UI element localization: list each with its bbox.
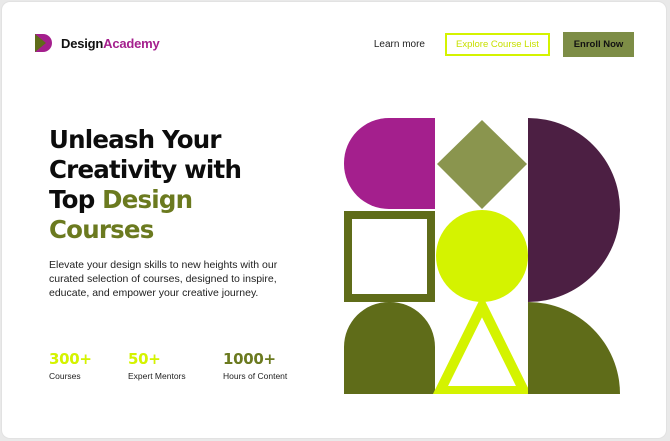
stat-courses: 300+ Courses (49, 349, 92, 381)
brand-name-part1: Design (61, 35, 104, 51)
olive-quarter-shape (528, 302, 620, 394)
headline-line3-plain: Top (49, 185, 103, 214)
brand-name-part2: Academy (103, 35, 160, 51)
olive-diamond-shape (437, 120, 527, 209)
lime-circle (436, 210, 528, 302)
hero-headline: Unleash Your Creativity with Top Design … (49, 125, 329, 245)
learn-more-link[interactable]: Learn more (374, 39, 425, 50)
hero-geometric-art (344, 118, 620, 394)
explore-course-list-button[interactable]: Explore Course List (445, 33, 550, 56)
stat-hours: 1000+ Hours of Content (223, 349, 287, 381)
olive-hollow-square (344, 211, 435, 302)
geometric-illustration (344, 118, 620, 394)
top-nav: Learn more Explore Course List Enroll No… (374, 32, 634, 57)
brand-logo[interactable]: DesignAcademy (33, 34, 160, 52)
magenta-rounded-shape (344, 118, 435, 209)
stat-value: 50+ (128, 350, 161, 368)
brand-name: DesignAcademy (61, 36, 160, 51)
enroll-now-button[interactable]: Enroll Now (563, 32, 634, 57)
headline-line2: Creativity with (49, 155, 242, 184)
lime-triangle (432, 294, 532, 394)
headline-line4-accent: Courses (49, 215, 154, 244)
stat-mentors: 50+ Expert Mentors (128, 349, 186, 381)
play-flag-icon (35, 34, 52, 52)
olive-dark-rounded-shape (344, 301, 435, 394)
headline-line3-accent: Design (102, 185, 193, 214)
stat-label: Hours of Content (223, 371, 288, 381)
stat-value: 300+ (49, 350, 92, 368)
plum-d-shape (528, 118, 620, 302)
stat-label: Expert Mentors (128, 371, 186, 381)
hero-subtext: Elevate your design skills to new height… (49, 259, 278, 299)
page-frame: DesignAcademy Learn more Explore Course … (2, 2, 666, 438)
headline-line1: Unleash Your (49, 125, 221, 154)
stat-value: 1000+ (223, 350, 276, 368)
stat-label: Courses (49, 371, 81, 381)
